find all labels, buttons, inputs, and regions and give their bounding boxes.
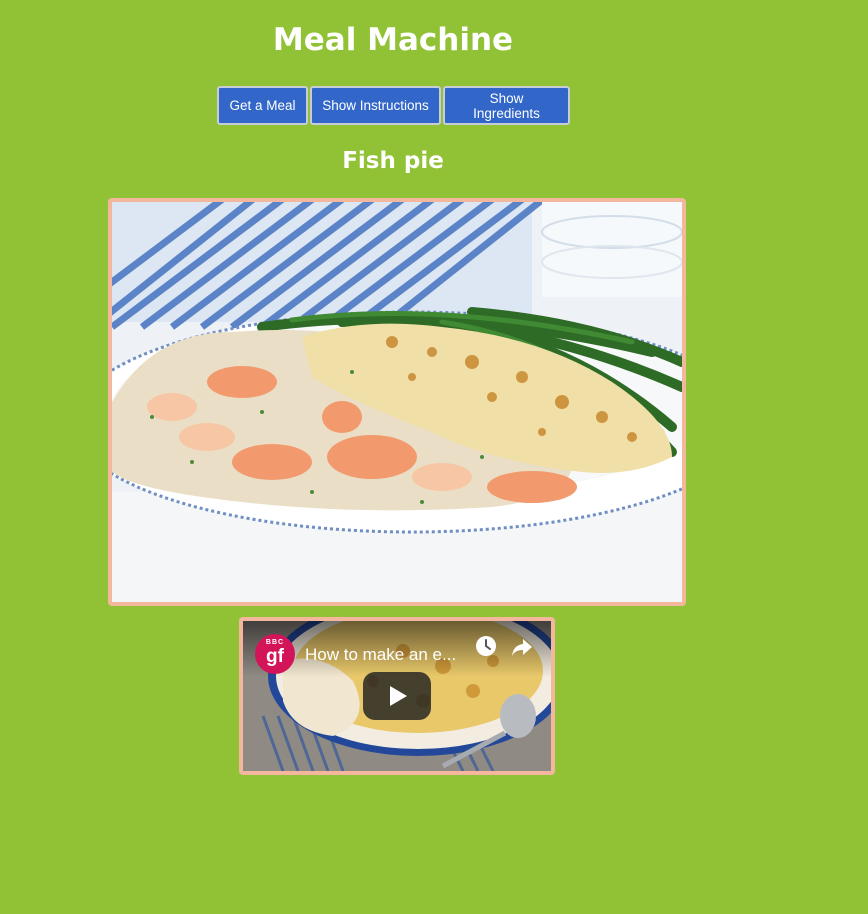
channel-logo-bbc: BBC: [265, 639, 285, 646]
video-title[interactable]: How to make an e...: [305, 645, 456, 665]
show-instructions-button[interactable]: Show Instructions: [310, 86, 441, 125]
play-button[interactable]: [363, 672, 431, 720]
action-buttons: Get a Meal Show Instructions Show Ingred…: [217, 86, 570, 125]
app-title: Meal Machine: [272, 22, 514, 58]
get-meal-button[interactable]: Get a Meal: [217, 86, 308, 125]
channel-logo[interactable]: BBC gf: [255, 634, 295, 674]
video-embed[interactable]: BBC gf How to make an e...: [239, 617, 555, 775]
clock-icon[interactable]: [475, 635, 497, 657]
play-icon: [390, 686, 407, 706]
share-arrow-icon[interactable]: [511, 637, 533, 657]
meal-name: Fish pie: [342, 148, 444, 174]
show-ingredients-button[interactable]: Show Ingredients: [443, 86, 570, 125]
channel-logo-gf: gf: [266, 646, 284, 667]
meal-image: [108, 198, 686, 606]
